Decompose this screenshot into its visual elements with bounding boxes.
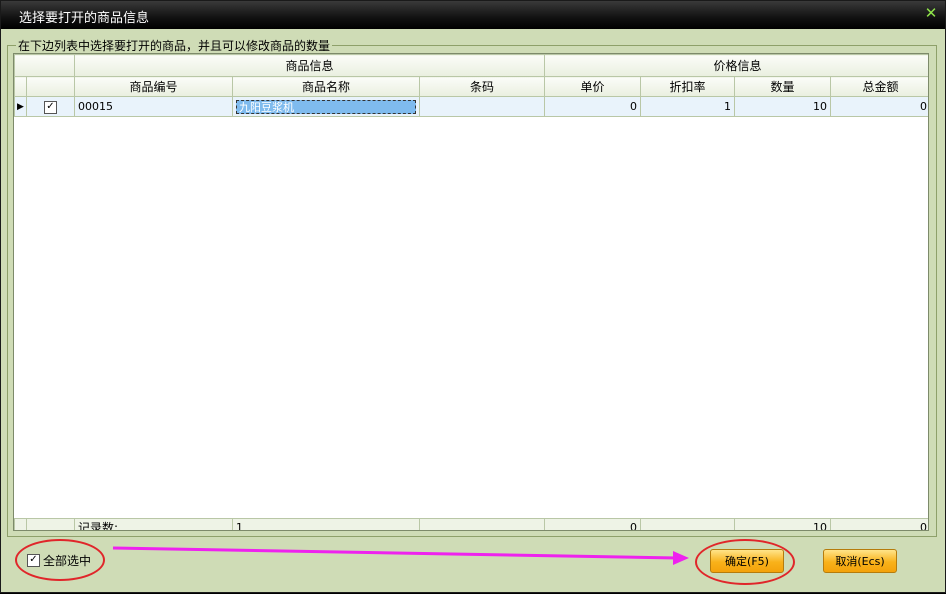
row-indicator-icon: ▶	[14, 96, 27, 117]
footer-price: 0	[544, 518, 641, 530]
cell-price[interactable]: 0	[544, 96, 642, 117]
dialog-window: 选择要打开的商品信息 ✕ 在下边列表中选择要打开的商品，并且可以修改商品的数量 …	[0, 0, 946, 593]
product-grid: 商品信息 价格信息 商品编号 商品名称 条码 单价 折扣率 数量 总金额 ▶ ✓…	[13, 53, 929, 531]
close-icon[interactable]: ✕	[923, 5, 939, 21]
title-bar: 选择要打开的商品信息 ✕	[1, 1, 945, 29]
footer-indicator	[14, 518, 27, 530]
header-code[interactable]: 商品编号	[74, 76, 233, 97]
header-discount[interactable]: 折扣率	[640, 76, 736, 97]
header-indicator	[14, 76, 27, 97]
table-row[interactable]: ▶ ✓ 00015 九阳豆浆机 0 1 10 0	[14, 96, 928, 117]
header-barcode[interactable]: 条码	[418, 76, 546, 97]
cell-qty[interactable]: 10	[734, 96, 832, 117]
header-total[interactable]: 总金额	[830, 76, 928, 97]
annotation-circle-ok	[695, 539, 795, 585]
header-price[interactable]: 单价	[544, 76, 642, 97]
group-label: 在下边列表中选择要打开的商品，并且可以修改商品的数量	[16, 37, 333, 54]
cell-name-editor[interactable]: 九阳豆浆机	[236, 99, 416, 114]
checkbox-checked-icon[interactable]: ✓	[44, 101, 57, 114]
footer-qty: 10	[734, 518, 831, 530]
annotation-circle-select-all	[15, 539, 105, 581]
footer-label: 记录数:	[74, 518, 233, 530]
header-name[interactable]: 商品名称	[232, 76, 420, 97]
window-title: 选择要打开的商品信息	[19, 11, 150, 26]
footer-barcode	[419, 518, 545, 530]
band-empty	[14, 54, 75, 77]
footer-total: 0	[830, 518, 928, 530]
row-select-checkbox[interactable]: ✓	[26, 96, 75, 117]
cell-discount[interactable]: 1	[640, 96, 736, 117]
cell-total[interactable]: 0	[830, 96, 928, 117]
grid-footer: 记录数: 1 0 10 0	[14, 518, 928, 530]
band-product-info: 商品信息	[73, 54, 546, 77]
footer-select	[26, 518, 75, 530]
cell-code[interactable]: 00015	[74, 96, 233, 117]
band-price-info: 价格信息	[544, 54, 928, 77]
cell-name[interactable]: 九阳豆浆机	[232, 96, 420, 117]
footer-discount	[640, 518, 735, 530]
cell-barcode[interactable]	[418, 96, 546, 117]
footer-count: 1	[232, 518, 420, 530]
cancel-button[interactable]: 取消(Ecs)	[823, 549, 897, 573]
grid-table: 商品信息 价格信息 商品编号 商品名称 条码 单价 折扣率 数量 总金额 ▶ ✓…	[14, 54, 928, 117]
header-select	[26, 76, 75, 97]
header-qty[interactable]: 数量	[734, 76, 832, 97]
